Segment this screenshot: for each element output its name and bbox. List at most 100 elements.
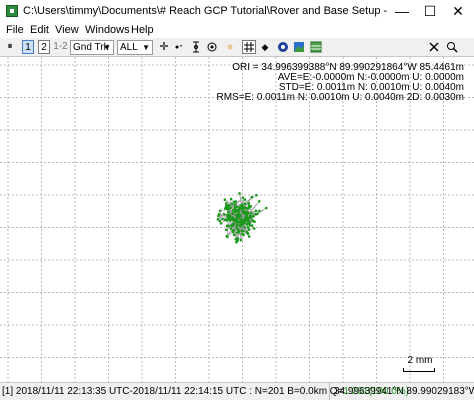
rover-1-button[interactable]: 1: [22, 40, 34, 54]
solution-point: [242, 211, 245, 214]
solution-point: [234, 200, 238, 203]
solution-point: [233, 207, 237, 211]
solution-point: [237, 211, 240, 214]
minimize-button[interactable]: —: [388, 0, 416, 24]
solution-point: [253, 220, 256, 223]
plot-type-select[interactable]: Gnd Trk ▼: [70, 40, 114, 55]
solution-point: [230, 202, 234, 205]
solution-point: [232, 222, 235, 226]
solution-point: [223, 218, 227, 222]
point-menu-icon[interactable]: [171, 40, 183, 54]
map-icon[interactable]: [293, 40, 305, 54]
solution-point: [218, 209, 222, 213]
plot-canvas[interactable]: [0, 57, 474, 382]
image-icon[interactable]: [310, 40, 322, 54]
solution-point: [235, 223, 239, 227]
rms-text: RMS=E: 0.0011m N: 0.0010m U: 0.0040m 2D:…: [216, 92, 464, 103]
solution-point: [247, 228, 251, 231]
solution-point: [250, 195, 254, 199]
title-bar: C:\Users\timmy\Documents\# Reach GCP Tut…: [0, 0, 474, 24]
reset-icon[interactable]: [428, 40, 440, 54]
solution-point: [237, 229, 240, 232]
solution-point: [231, 212, 235, 215]
solution-point: [232, 233, 236, 237]
solution-point: [229, 206, 233, 210]
solution-point: [255, 212, 259, 216]
target-icon[interactable]: [206, 40, 218, 54]
solution-point: [223, 213, 226, 216]
solution-point: [229, 227, 233, 230]
solution-point: [247, 235, 251, 238]
crosshair-icon[interactable]: ✛: [158, 40, 170, 54]
ground-track-plot[interactable]: ORI = 34.996399388°N 89.990291864°W 85.4…: [0, 56, 474, 383]
grid-icon[interactable]: [242, 40, 256, 54]
solution-point: [246, 207, 250, 210]
marker-icon[interactable]: ◆: [259, 40, 271, 54]
solution-point: [243, 198, 247, 201]
solution-point: [242, 206, 245, 209]
solution-point: [238, 192, 241, 195]
solution-point: [235, 205, 238, 209]
app-icon: [6, 5, 18, 17]
maximize-button[interactable]: ☐: [416, 0, 444, 24]
solution-point: [248, 222, 251, 226]
rover-2-button[interactable]: 2: [38, 40, 50, 54]
solution-point: [235, 219, 239, 223]
quality-select[interactable]: ALL ▼: [117, 40, 153, 55]
solution-point: [258, 209, 261, 213]
solution-point: [229, 197, 233, 201]
solution-point: [223, 198, 227, 201]
solution-point: [243, 202, 247, 205]
solution-point: [245, 223, 249, 226]
menu-view[interactable]: View: [55, 24, 79, 36]
menu-edit[interactable]: Edit: [30, 24, 49, 36]
solution-point: [245, 230, 249, 234]
status-prefix: [1] 2018/11/11 22:13:35 UTC-2018/11/11 2…: [2, 386, 344, 397]
solution-point: [258, 200, 261, 203]
status-cursor-position: 34.99639941°N 89.99029183°W: [329, 383, 474, 400]
solution-point: [236, 237, 240, 240]
solution-point: [232, 229, 236, 232]
menu-help[interactable]: Help: [131, 24, 154, 36]
center-icon[interactable]: [190, 40, 202, 54]
status-bar: [1] 2018/11/11 22:13:35 UTC-2018/11/11 2…: [0, 383, 474, 400]
chevron-down-icon: ▼: [142, 43, 150, 52]
toolbar: ⏸ 1 2 1-2 Gnd Trk ▼ ALL ▼ ✛ ◆: [0, 38, 474, 56]
rover-1-2-button[interactable]: 1-2: [53, 40, 68, 54]
solution-point: [248, 216, 252, 220]
pause-icon[interactable]: ⏸: [4, 40, 16, 54]
solution-point: [219, 222, 223, 225]
scale-label: 2 mm: [407, 355, 433, 366]
solution-point: [265, 206, 268, 210]
solution-point: [235, 215, 239, 218]
window-title: C:\Users\timmy\Documents\# Reach GCP Tut…: [23, 5, 389, 17]
solution-point: [247, 211, 250, 215]
solution-point: [241, 196, 245, 199]
solution-point: [225, 228, 228, 232]
solution-point: [225, 234, 229, 238]
solution-point: [217, 214, 220, 218]
solution-point: [230, 224, 233, 228]
solution-point: [252, 214, 255, 218]
small-dot-icon[interactable]: [225, 40, 235, 54]
solution-point: [243, 225, 246, 229]
solution-point: [244, 216, 247, 220]
menu-file[interactable]: File: [6, 24, 24, 36]
solution-point: [255, 193, 258, 197]
skyplot-icon[interactable]: [277, 40, 289, 54]
solution-point: [246, 226, 250, 229]
solution-point: [227, 224, 231, 228]
solution-point: [250, 212, 253, 215]
solution-point: [239, 215, 243, 218]
solution-point: [241, 232, 244, 236]
solution-point: [227, 211, 230, 214]
menu-windows[interactable]: Windows: [85, 24, 130, 36]
solution-point: [252, 227, 256, 230]
solution-point: [233, 203, 236, 206]
zoom-icon[interactable]: [446, 40, 458, 54]
solution-point: [242, 230, 245, 233]
scale-bar: [403, 368, 435, 372]
solution-point: [228, 204, 231, 207]
close-button[interactable]: ✕: [444, 0, 472, 24]
solution-point: [250, 224, 254, 227]
